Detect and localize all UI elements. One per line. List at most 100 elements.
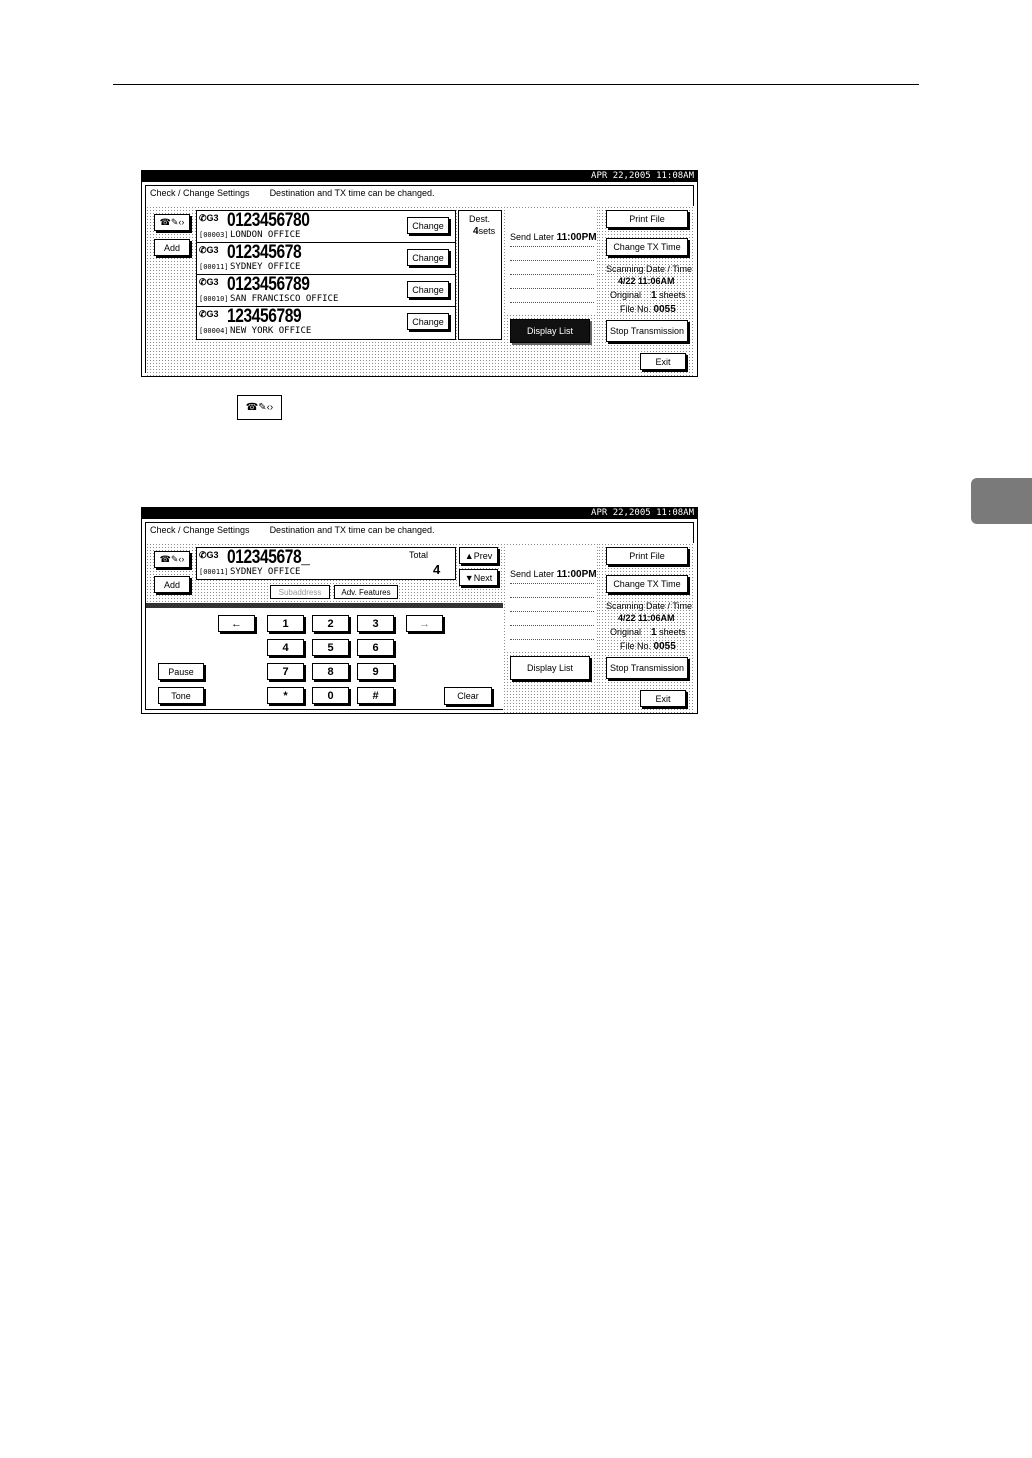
tab-adv-features[interactable]: Adv. Features (334, 585, 398, 599)
change-button[interactable]: Change (407, 249, 449, 266)
scanning-value: 4/22 11:06AM (618, 613, 675, 623)
g3-phone-icon: ✆G3 (199, 277, 219, 287)
g3-phone-icon: ✆G3 (199, 550, 219, 560)
dest-name: SYDNEY OFFICE (230, 567, 301, 577)
divider (510, 597, 594, 598)
key-1[interactable]: 1 (267, 615, 304, 632)
divider (510, 246, 594, 247)
exit-button[interactable]: Exit (640, 690, 686, 707)
pause-button[interactable]: Pause (158, 663, 204, 680)
key-9[interactable]: 9 (357, 663, 394, 680)
key-star[interactable]: * (267, 687, 304, 704)
divider (510, 260, 594, 261)
change-button[interactable]: Change (407, 281, 449, 298)
prev-button[interactable]: ▲Prev (459, 547, 498, 564)
panel-frame: Check / Change Settings Destination and T… (145, 185, 695, 376)
page-rule (113, 84, 919, 85)
chapter-tab (971, 478, 1032, 524)
next-button[interactable]: ▼Next (459, 569, 498, 586)
list-item: ✆G3 012345678 [00011] SYDNEY OFFICE Chan… (197, 242, 455, 275)
add-button[interactable]: Add (154, 576, 190, 593)
divider (510, 288, 594, 289)
change-button[interactable]: Change (407, 313, 449, 330)
send-later-box: Send Later 11:00PM (506, 210, 597, 314)
stop-transmission-button[interactable]: Stop Transmission (606, 657, 688, 679)
dest-count: 4sets (473, 226, 495, 237)
key-5[interactable]: 5 (312, 639, 349, 656)
original-label: Original (610, 627, 642, 637)
file-no-label: File No. (620, 304, 652, 314)
file-no-label: File No. (620, 641, 652, 651)
header-message: Destination and TX time can be changed. (269, 188, 435, 198)
backspace-arrow-button[interactable]: ← (218, 615, 255, 632)
number-entry[interactable]: ✆G3 012345678_ [00011] SYDNEY OFFICE Tot… (196, 547, 456, 580)
file-no-value: 0055 (653, 641, 676, 652)
key-2[interactable]: 2 (312, 615, 349, 632)
change-button[interactable]: Change (407, 217, 449, 234)
scanning-value: 4/22 11:06AM (618, 276, 675, 286)
key-4[interactable]: 4 (267, 639, 304, 656)
phone-pen-arrows-icon: ☎✎‹› (159, 554, 185, 564)
scanning-label: Scanning Date / Time (606, 601, 693, 611)
dest-code: [00003] (199, 231, 229, 239)
send-later-label: Send Later (510, 569, 555, 579)
original-value: 1 (651, 290, 657, 301)
change-tx-time-button[interactable]: Change TX Time (606, 575, 688, 593)
header: Check / Change Settings Destination and T… (150, 525, 435, 535)
key-8[interactable]: 8 (312, 663, 349, 680)
send-later: Send Later 11:00PM (510, 232, 597, 243)
line-badge: G3 (206, 245, 219, 255)
key-3[interactable]: 3 (357, 615, 394, 632)
add-button[interactable]: Add (154, 239, 190, 256)
original-info: Original 1 sheets (610, 627, 686, 638)
send-later-label: Send Later (510, 232, 555, 242)
change-tx-time-button[interactable]: Change TX Time (606, 238, 688, 256)
page-title: Check / Change Settings (150, 188, 250, 198)
fax-number: 0123456789 (227, 274, 310, 295)
mode-toggle-button[interactable]: ☎✎‹› (154, 214, 190, 231)
forward-arrow-button[interactable]: → (406, 615, 443, 632)
key-hash[interactable]: # (357, 687, 394, 704)
tone-button[interactable]: Tone (158, 687, 204, 704)
key-6[interactable]: 6 (357, 639, 394, 656)
dest-code: [00011] (199, 263, 229, 271)
line-badge: G3 (206, 309, 219, 319)
tab-subaddress[interactable]: Subaddress (270, 585, 330, 599)
list-item: ✆G3 123456789 [00004] NEW YORK OFFICE Ch… (197, 306, 455, 338)
divider (510, 611, 594, 612)
keypad-divider (146, 603, 503, 608)
key-7[interactable]: 7 (267, 663, 304, 680)
line-badge: G3 (206, 277, 219, 287)
original-unit: sheets (659, 627, 686, 637)
mode-toggle-button[interactable]: ☎✎‹› (154, 551, 190, 568)
datetime-bar: APR 22,2005 11:08AM (142, 508, 697, 519)
display-list-button[interactable]: Display List (510, 319, 590, 343)
original-info: Original 1 sheets (610, 290, 686, 301)
dest-code: [00010] (199, 295, 229, 303)
file-no: File No. 0055 (620, 641, 676, 652)
clear-button[interactable]: Clear (444, 687, 492, 705)
send-later-box: Send Later 11:00PM (506, 547, 597, 651)
header: Check / Change Settings Destination and T… (150, 188, 435, 198)
divider (510, 583, 594, 584)
dest-name: LONDON OFFICE (230, 230, 301, 240)
dest-count-box: Dest. 4sets (458, 210, 502, 340)
print-file-button[interactable]: Print File (606, 210, 688, 228)
dest-code: [00004] (199, 327, 229, 335)
dest-code: [00011] (199, 568, 229, 576)
divider (510, 274, 594, 275)
key-0[interactable]: 0 (312, 687, 349, 704)
send-later-time: 11:00PM (556, 569, 597, 580)
display-list-button[interactable]: Display List (510, 656, 590, 680)
page-title: Check / Change Settings (150, 525, 250, 535)
g3-phone-icon: ✆G3 (199, 245, 219, 255)
g3-phone-icon: ✆G3 (199, 309, 219, 319)
total-value: 4 (433, 562, 441, 577)
print-file-button[interactable]: Print File (606, 547, 688, 565)
file-no: File No. 0055 (620, 304, 676, 315)
fax-number-input: 012345678_ (227, 547, 310, 568)
stop-transmission-button[interactable]: Stop Transmission (606, 320, 688, 342)
exit-button[interactable]: Exit (640, 353, 686, 370)
list-item: ✆G3 0123456780 [00003] LONDON OFFICE Cha… (197, 210, 455, 243)
dest-unit: sets (478, 226, 496, 236)
